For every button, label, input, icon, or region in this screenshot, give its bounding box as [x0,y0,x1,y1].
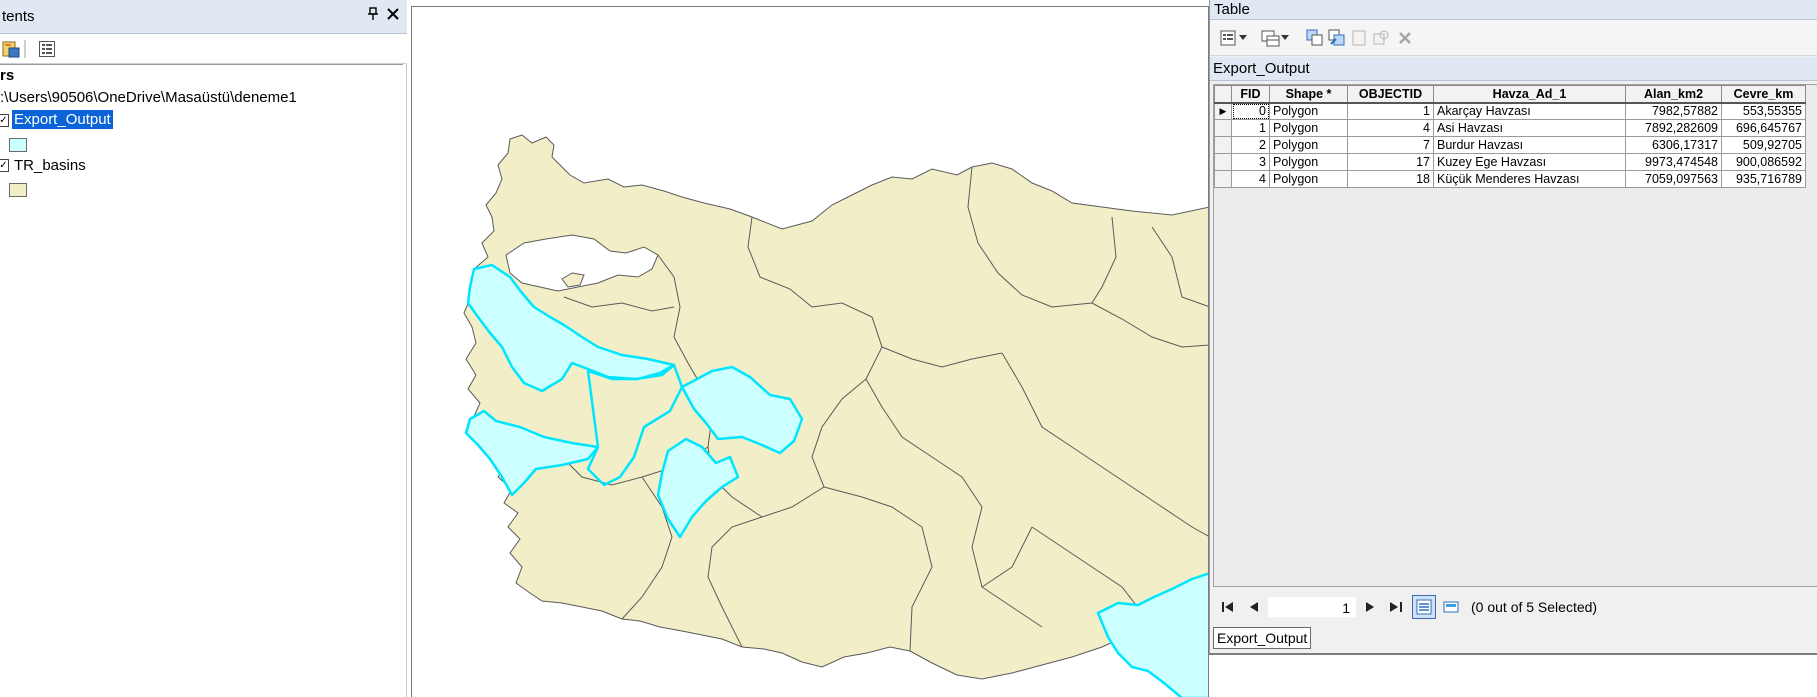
selection-status: (0 out of 5 Selected) [1471,598,1598,615]
cell-cevre-km[interactable]: 900,086592 [1721,153,1806,171]
toc-toolbar [0,34,407,64]
cell-fid[interactable]: 2 [1231,136,1270,154]
cell-objectid[interactable]: 18 [1347,170,1434,188]
cell-alan-km2[interactable]: 7059,097563 [1625,170,1722,188]
related-tables-icon[interactable] [1260,27,1282,49]
row-selector[interactable] [1214,136,1232,154]
zoom-to-selected-icon [1370,27,1392,49]
table-window-title: Table [1210,0,1817,20]
chevron-down-icon[interactable] [1280,27,1290,49]
data-source-path: :\Users\90506\OneDrive\Masaüstü\deneme1 [0,89,297,106]
cell-alan-km2[interactable]: 7892,282609 [1625,119,1722,137]
table-row[interactable]: 3 Polygon 17 Kuzey Ege Havzası 9973,4745… [1214,153,1806,171]
attribute-grid: FID Shape * OBJECTID Havza_Ad_1 Alan_km2… [1213,84,1817,587]
next-record-button[interactable] [1357,596,1383,618]
cell-cevre-km[interactable]: 553,55355 [1721,102,1806,120]
layer-item-export-output[interactable]: Export_Output [12,110,113,129]
table-name-header: Export_Output [1210,57,1817,81]
column-header-shape[interactable]: Shape * [1269,85,1348,104]
record-navigation-bar: 1 (0 out of 5 Selected) [1213,590,1817,623]
table-row[interactable]: ▶ 0 Polygon 1 Akarçay Havzası 7982,57882… [1214,102,1806,120]
toc-layer-list: rs :\Users\90506\OneDrive\Masaüstü\denem… [0,64,403,697]
cell-shape[interactable]: Polygon [1269,102,1348,120]
delete-selected-icon [1394,27,1416,49]
chevron-down-icon[interactable] [1238,27,1248,49]
layer-label-tr-basins[interactable]: TR_basins [14,157,86,174]
current-record-field[interactable]: 1 [1267,595,1357,618]
row-selector-header [1214,85,1232,104]
cell-fid[interactable]: 0 [1231,102,1270,120]
row-selector[interactable] [1214,170,1232,188]
toc-title: tents [2,8,35,25]
cell-fid[interactable]: 1 [1231,119,1270,137]
basin-map [463,134,1208,697]
cell-objectid[interactable]: 1 [1347,102,1434,120]
column-header-fid[interactable]: FID [1231,85,1270,104]
show-selected-records-icon[interactable] [1439,595,1463,619]
cell-cevre-km[interactable]: 509,92705 [1721,136,1806,154]
column-header-cevre-km[interactable]: Cevre_km [1721,85,1806,104]
column-header-alan-km2[interactable]: Alan_km2 [1625,85,1722,104]
cell-cevre-km[interactable]: 935,716789 [1721,170,1806,188]
layer-label-export-output[interactable]: Export_Output [12,110,113,129]
show-all-records-icon[interactable] [1412,594,1436,619]
row-selector[interactable] [1214,119,1232,137]
layer-item-tr-basins[interactable]: TR_basins [14,157,86,174]
cell-alan-km2[interactable]: 7982,57882 [1625,102,1722,120]
close-icon[interactable] [387,5,399,25]
clear-selection-icon [1348,27,1370,49]
cell-objectid[interactable]: 7 [1347,136,1434,154]
cell-havza-ad[interactable]: Asi Havzası [1433,119,1626,137]
symbol-swatch-export-output[interactable] [9,138,27,152]
table-row[interactable]: 1 Polygon 4 Asi Havzası 7892,282609 696,… [1214,119,1806,137]
column-header-havza-ad[interactable]: Havza_Ad_1 [1433,85,1626,104]
toolbar-separator [24,40,26,58]
previous-record-button[interactable] [1241,596,1267,618]
layer-checkbox-export-output[interactable]: ✓ [0,114,9,127]
table-options-icon[interactable] [1218,27,1240,49]
arcmap-window: tents rs :\Users\90506\OneDrive\Masaüstü… [0,0,1817,697]
select-by-attributes-icon[interactable] [1304,27,1326,49]
cell-objectid[interactable]: 17 [1347,153,1434,171]
table-of-contents-panel: tents rs :\Users\90506\OneDrive\Masaüstü… [0,0,407,697]
row-selector[interactable] [1214,153,1232,171]
cell-shape[interactable]: Polygon [1269,119,1348,137]
cell-havza-ad[interactable]: Küçük Menderes Havzası [1433,170,1626,188]
layer-checkbox-tr-basins[interactable]: ✓ [0,159,9,172]
last-record-button[interactable] [1383,596,1409,618]
cell-cevre-km[interactable]: 696,645767 [1721,119,1806,137]
toc-title-bar: tents [0,0,407,34]
cell-alan-km2[interactable]: 9973,474548 [1625,153,1722,171]
cell-objectid[interactable]: 4 [1347,119,1434,137]
list-by-drawing-order-icon[interactable] [36,38,58,60]
table-header-row: FID Shape * OBJECTID Havza_Ad_1 Alan_km2… [1214,85,1806,104]
map-view[interactable] [411,6,1209,697]
cell-havza-ad[interactable]: Kuzey Ege Havzası [1433,153,1626,171]
pin-icon[interactable] [367,7,379,24]
table-toolbar [1210,20,1817,56]
cell-shape[interactable]: Polygon [1269,153,1348,171]
first-record-button[interactable] [1215,596,1241,618]
table-tab-export-output[interactable]: Export_Output [1213,627,1312,649]
table-row[interactable]: 4 Polygon 18 Küçük Menderes Havzası 7059… [1214,170,1806,188]
switch-selection-icon[interactable] [1326,27,1348,49]
list-by-source-icon[interactable] [0,38,22,60]
cell-alan-km2[interactable]: 6306,17317 [1625,136,1722,154]
attribute-table: FID Shape * OBJECTID Havza_Ad_1 Alan_km2… [1214,85,1806,188]
cell-havza-ad[interactable]: Akarçay Havzası [1433,102,1626,120]
table-row[interactable]: 2 Polygon 7 Burdur Havzası 6306,17317 50… [1214,136,1806,154]
cell-havza-ad[interactable]: Burdur Havzası [1433,136,1626,154]
cell-shape[interactable]: Polygon [1269,170,1348,188]
attribute-table-window: Table Export_Output FID Shape * OBJECTID… [1209,0,1817,655]
column-header-objectid[interactable]: OBJECTID [1347,85,1434,104]
cell-fid[interactable]: 4 [1231,170,1270,188]
row-selector-current-icon[interactable]: ▶ [1214,102,1232,120]
cell-fid[interactable]: 3 [1231,153,1270,171]
cell-shape[interactable]: Polygon [1269,136,1348,154]
layers-heading: rs [0,67,15,84]
symbol-swatch-tr-basins[interactable] [9,183,27,197]
